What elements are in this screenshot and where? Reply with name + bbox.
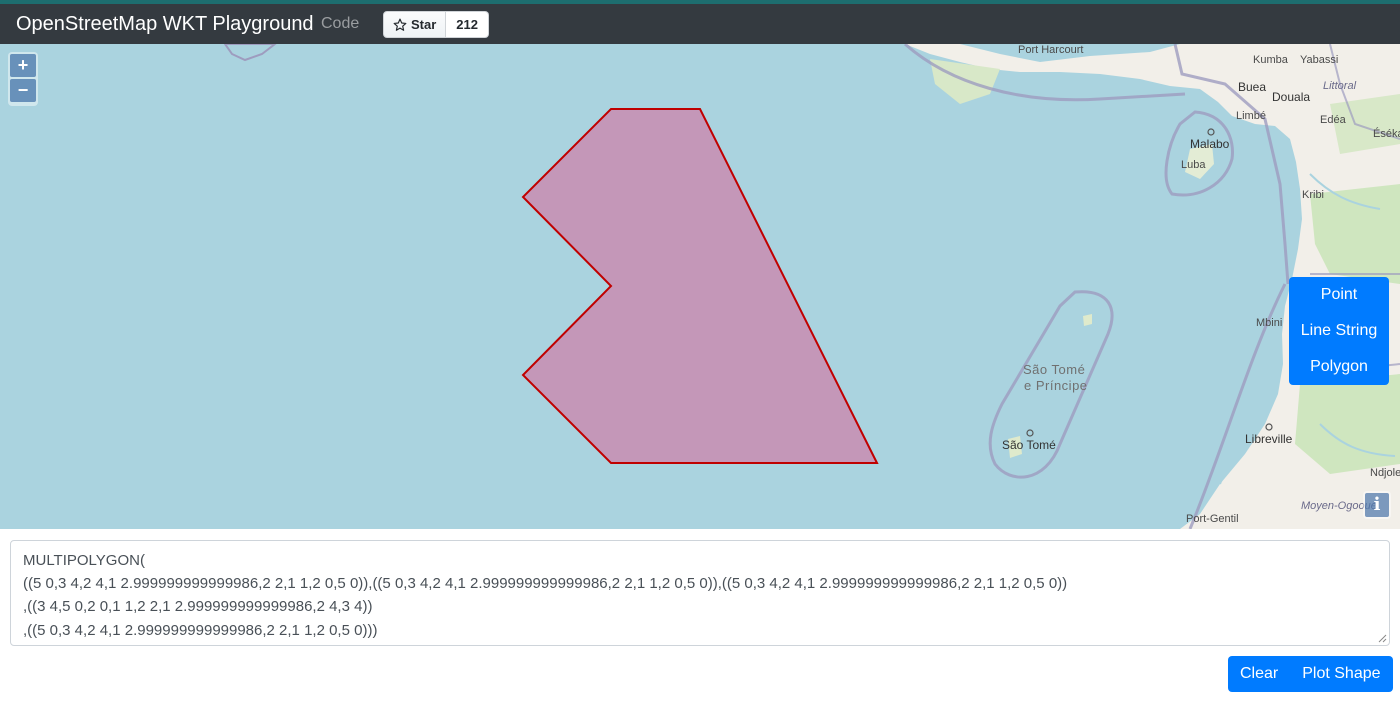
draw-point-button[interactable]: Point — [1289, 277, 1389, 313]
github-star-count[interactable]: 212 — [446, 11, 489, 38]
app-title[interactable]: OpenStreetMap WKT Playground — [16, 13, 314, 36]
wkt-line: ,((3 4,5 0,2 0,1 1,2 2,1 2.9999999999999… — [23, 598, 373, 616]
label-ndjole: Ndjole — [1370, 467, 1400, 479]
zoom-out-button[interactable]: − — [10, 79, 36, 102]
label-port-harcourt: Port Harcourt — [1018, 44, 1084, 56]
label-libreville: Libreville — [1245, 432, 1293, 446]
map-canvas[interactable]: Port Harcourt Kumba Yabassi Buea Douala … — [0, 44, 1400, 529]
info-icon: i — [1365, 493, 1389, 517]
label-buea: Buea — [1238, 80, 1267, 94]
malabo-marker — [1207, 128, 1215, 136]
label-kribi: Kribi — [1302, 189, 1325, 201]
wkt-textarea[interactable]: MULTIPOLYGON( ((5 0,3 4,2 4,1 2.99999999… — [10, 540, 1390, 646]
wkt-line: ((5 0,3 4,2 4,1 2.999999999999986,2 2,1 … — [23, 575, 1068, 593]
label-edea: Edéa — [1320, 114, 1346, 126]
star-icon — [393, 18, 407, 31]
resize-handle-icon[interactable] — [1378, 634, 1387, 643]
github-star-button[interactable]: Star — [383, 11, 447, 38]
label-sao-tome-city: São Tomé — [1002, 438, 1056, 452]
label-mbini: Mbini — [1256, 317, 1283, 329]
map-basemap — [223, 44, 1400, 529]
action-button-group: Clear Plot Shape — [1228, 656, 1393, 692]
label-kumba: Kumba — [1253, 54, 1288, 66]
label-limbe: Limbé — [1236, 110, 1266, 122]
label-stp-line1: São Tomé — [1023, 362, 1086, 377]
code-link[interactable]: Code — [321, 15, 359, 33]
wkt-polygon-shape — [521, 108, 879, 464]
label-malabo: Malabo — [1190, 137, 1230, 151]
label-douala: Douala — [1272, 90, 1311, 104]
attribution-info-button[interactable]: i — [1363, 491, 1391, 519]
zoom-in-button[interactable]: + — [10, 54, 36, 77]
github-star-widget: Star 212 — [383, 11, 489, 38]
clear-button[interactable]: Clear — [1228, 656, 1290, 692]
draw-polygon-button[interactable]: Polygon — [1289, 349, 1389, 385]
label-port-gentil: Port-Gentil — [1186, 513, 1239, 525]
label-littoral: Littoral — [1323, 80, 1357, 92]
label-yabassi: Yabassi — [1300, 54, 1339, 66]
navbar: OpenStreetMap WKT Playground Code Star 2… — [0, 4, 1400, 44]
github-star-label: Star — [411, 17, 437, 32]
zoom-control: + − — [8, 52, 38, 106]
wkt-line: ,((5 0,3 4,2 4,1 2.999999999999986,2 2,1… — [23, 621, 378, 639]
label-stp-line2: e Príncipe — [1024, 378, 1088, 393]
label-eseka: Éséka — [1373, 128, 1400, 140]
draw-tools-panel: Point Line String Polygon — [1289, 277, 1389, 385]
draw-linestring-button[interactable]: Line String — [1289, 313, 1389, 349]
plot-shape-button[interactable]: Plot Shape — [1290, 656, 1392, 692]
label-luba: Luba — [1181, 159, 1206, 171]
sao-tome-marker — [1026, 429, 1034, 437]
wkt-line: MULTIPOLYGON( — [23, 552, 145, 569]
